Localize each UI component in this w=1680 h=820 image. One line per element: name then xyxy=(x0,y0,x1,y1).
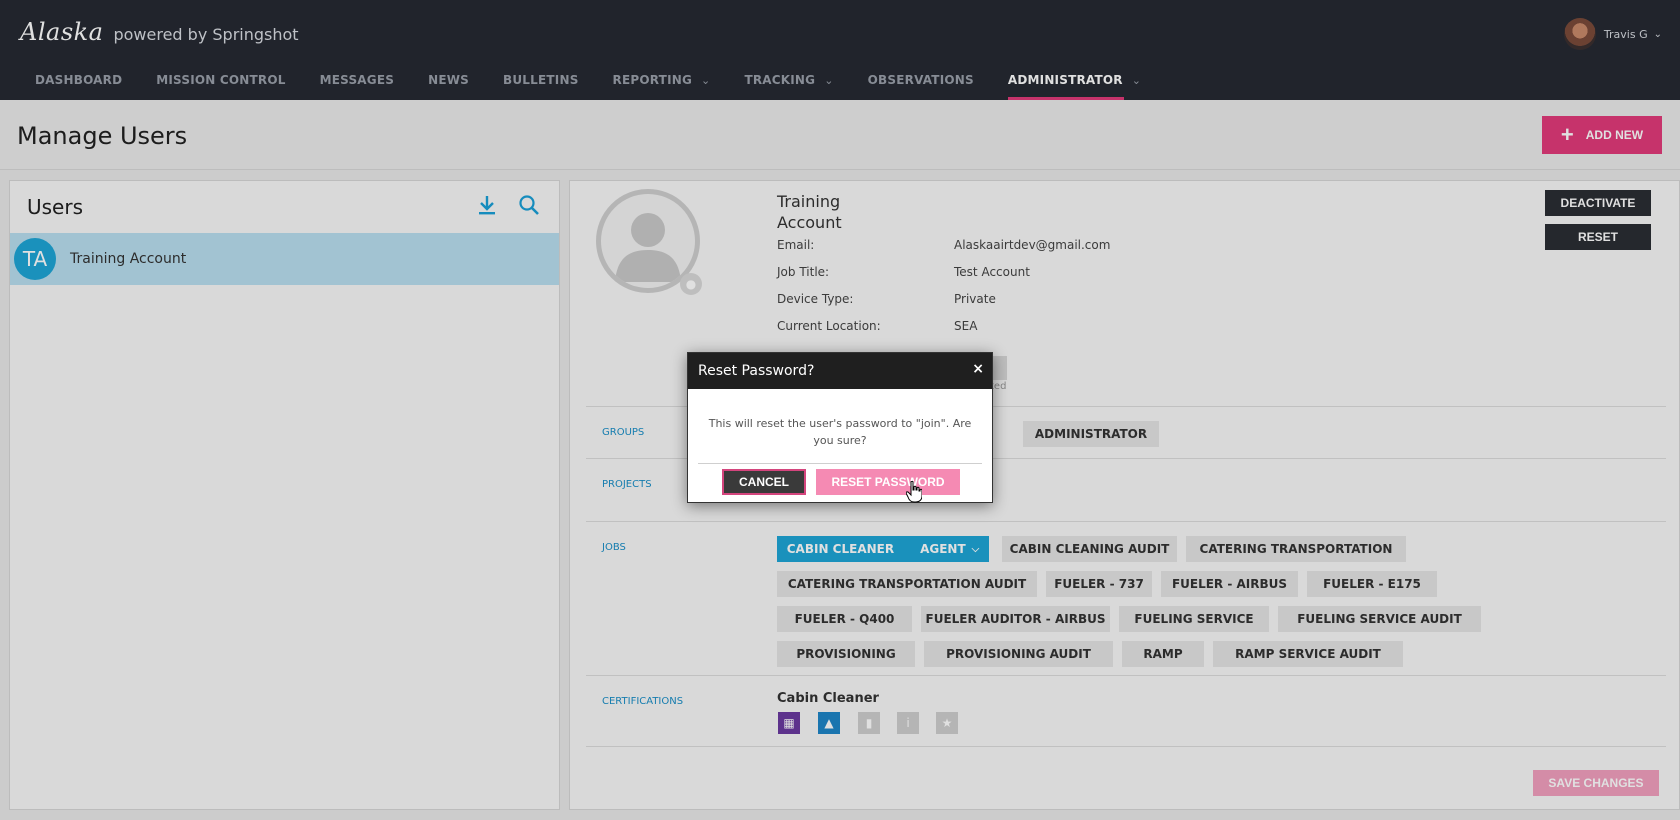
cancel-button[interactable]: CANCEL xyxy=(722,469,806,495)
dialog-header: Reset Password? xyxy=(688,353,992,389)
dialog-message: This will reset the user's password to "… xyxy=(708,417,972,447)
reset-password-dialog: Reset Password? × This will reset the us… xyxy=(687,352,993,503)
dialog-title: Reset Password? xyxy=(698,363,815,379)
divider xyxy=(698,463,982,464)
close-icon[interactable]: × xyxy=(972,362,984,376)
reset-password-button[interactable]: RESET PASSWORD xyxy=(816,469,960,495)
hand-cursor-icon xyxy=(906,481,922,503)
